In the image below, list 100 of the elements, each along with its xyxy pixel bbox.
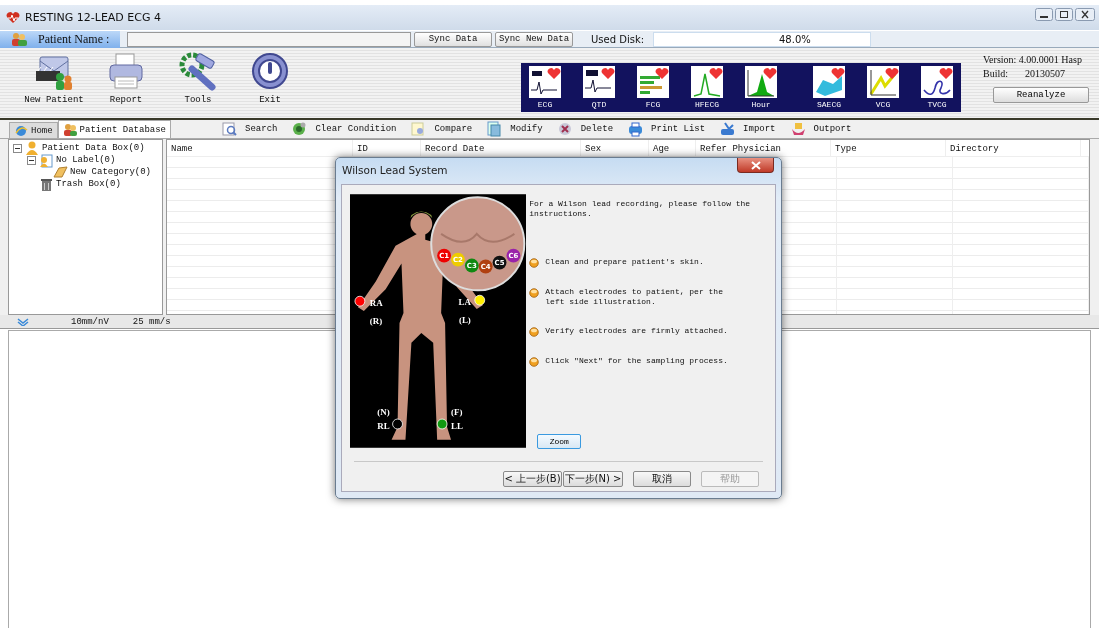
column-header[interactable]: Record Date <box>421 140 581 156</box>
step-text: Verify electrodes are firmly attached. <box>545 326 729 336</box>
power-icon <box>250 51 290 91</box>
module-button[interactable]: SAECG <box>813 66 845 109</box>
person-icon <box>39 152 54 168</box>
dialog-title: Wilson Lead System <box>342 164 448 176</box>
wizard-button[interactable]: 下一步(N) > <box>563 471 623 487</box>
gain-setting: 10mm/nV <box>71 316 109 327</box>
wizard-button[interactable]: 取消 <box>633 471 691 487</box>
wizard-button[interactable]: < 上一步(B) <box>503 471 562 487</box>
chevron-down-icon <box>17 317 29 326</box>
toolbar-button[interactable]: Import <box>719 121 776 137</box>
column-header[interactable]: Sex <box>581 140 649 156</box>
lead-alias: (N) <box>377 407 390 418</box>
lead-label: LA <box>458 297 471 308</box>
search-icon <box>221 121 238 137</box>
maximize-icon <box>1055 8 1073 21</box>
field-label: Patient Name : <box>38 31 110 47</box>
tree-item[interactable]: Patient Data Box(0) <box>42 143 145 153</box>
vector-chart-icon <box>867 66 899 98</box>
lead-alias: (R) <box>369 315 383 326</box>
heart-icon <box>6 11 20 24</box>
wrench-icon <box>178 51 218 91</box>
collapse-icon[interactable] <box>13 143 22 153</box>
toolbar-button[interactable]: Tools <box>164 51 232 115</box>
lead-label: RA <box>369 298 383 309</box>
sync-button[interactable]: Sync New Data <box>495 31 573 47</box>
step-text: Clean and prepare patient's skin. <box>545 257 705 267</box>
version-text: Version: 4.00.0001 Hasp <box>983 54 1083 65</box>
column-header[interactable]: Refer Physician <box>696 140 831 156</box>
lead-label: RL <box>377 420 390 431</box>
trash-icon <box>39 176 54 192</box>
toolbar-button[interactable]: Exit <box>236 51 304 115</box>
bullet-icon <box>529 357 540 367</box>
close-icon <box>1075 8 1095 21</box>
module-button[interactable]: FCG <box>637 66 669 109</box>
toolbar-button[interactable]: Print List <box>627 121 706 137</box>
tree-item[interactable]: Trash Box(0) <box>56 179 121 189</box>
sync-button[interactable]: Sync Data <box>414 31 492 47</box>
tree-item[interactable]: New Category(0) <box>70 167 151 177</box>
lead-alias: (F) <box>451 407 463 418</box>
build-label: Build: <box>983 68 1008 79</box>
printer-icon <box>106 51 146 91</box>
area-chart-icon <box>745 66 777 98</box>
people-icon <box>10 32 28 46</box>
toolbar-button[interactable]: Search <box>221 121 278 137</box>
tray-icon <box>719 121 736 137</box>
delete-icon <box>556 121 573 137</box>
printer-icon <box>627 121 644 137</box>
folder-icon <box>53 164 68 180</box>
bullet-icon <box>529 258 540 268</box>
speed-setting: 25 mm/s <box>132 316 171 327</box>
build-number: 20130507 <box>1025 68 1065 79</box>
disk-label: Used Disk: <box>591 33 646 45</box>
surface-chart-icon <box>813 66 845 98</box>
instruction-text: For a Wilson lead recording, please follow the instructions. <box>529 199 752 219</box>
column-header[interactable]: ID <box>353 140 421 156</box>
module-button[interactable]: QTD <box>583 66 615 109</box>
toolbar-button[interactable]: Modify <box>486 121 543 137</box>
ecg-icon <box>529 66 561 98</box>
column-header[interactable]: Directory <box>946 140 1081 156</box>
people-icon <box>62 122 77 137</box>
toolbar-button[interactable]: Outport <box>789 121 852 137</box>
column-header[interactable]: Name <box>167 140 353 156</box>
zoom-button[interactable]: Zoom <box>537 434 582 449</box>
lead-label: LL <box>451 420 463 431</box>
column-header[interactable]: Age <box>649 140 696 156</box>
person-icon <box>25 140 40 156</box>
tab[interactable]: Patient Database <box>57 120 172 138</box>
disk-reading: 48.0% <box>779 33 811 45</box>
bullet-icon <box>529 327 540 337</box>
toolbar-button[interactable]: Delete <box>556 121 614 137</box>
toolbar-button[interactable]: Clear Condition <box>291 121 397 137</box>
step-text: Click "Next" for the sampling process. <box>545 356 729 366</box>
module-button[interactable]: TVCG <box>921 66 953 109</box>
peak-chart-icon <box>691 66 723 98</box>
toolbar-button[interactable]: New Patient <box>20 51 88 115</box>
tree-item[interactable]: No Label(0) <box>56 155 116 165</box>
bar-chart-icon <box>637 66 669 98</box>
column-header[interactable]: Type <box>831 140 946 156</box>
collapse-icon[interactable] <box>27 155 36 165</box>
module-button[interactable]: VCG <box>867 66 899 109</box>
document-icon <box>410 121 427 137</box>
window-title: RESTING 12-LEAD ECG 4 <box>25 11 161 24</box>
globe-icon <box>14 123 28 138</box>
tray-icon <box>789 121 806 137</box>
lead-alias: (L) <box>458 315 471 325</box>
tab[interactable]: Home <box>9 122 58 138</box>
ecg-icon <box>583 66 615 98</box>
minimize-icon <box>1035 8 1053 21</box>
reanalyze-button[interactable]: Reanalyze <box>993 87 1089 103</box>
bullet-icon <box>529 288 540 298</box>
module-button[interactable]: Hour <box>745 66 777 109</box>
patient-name-field[interactable] <box>127 31 411 47</box>
module-button[interactable]: ECG <box>529 66 561 109</box>
toolbar-button[interactable]: Report <box>92 51 160 115</box>
close-button[interactable] <box>737 158 774 173</box>
document-icon <box>486 121 503 137</box>
module-button[interactable]: HFECG <box>691 66 723 109</box>
toolbar-button[interactable]: Compare <box>410 121 473 137</box>
